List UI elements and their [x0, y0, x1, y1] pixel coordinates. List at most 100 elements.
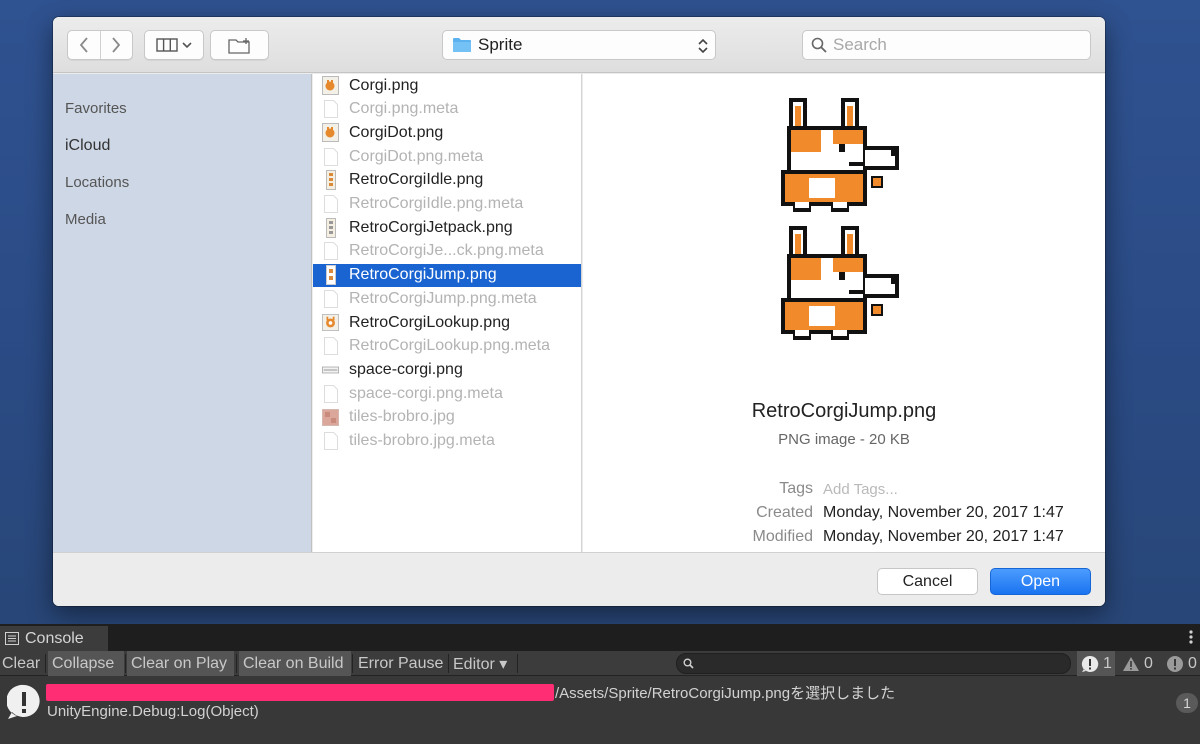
file-list: Corgi.png Corgi.png.meta CorgiDot.png Co… — [313, 74, 582, 552]
toolbar-divider — [517, 654, 518, 673]
file-row: CorgiDot.png.meta — [313, 145, 581, 168]
document-icon — [322, 241, 339, 261]
back-button[interactable] — [68, 31, 100, 59]
png-wide-icon — [322, 360, 339, 380]
new-folder-button[interactable] — [210, 30, 269, 60]
file-name: RetroCorgiIdle.png — [349, 171, 484, 189]
view-mode-button[interactable] — [144, 30, 204, 60]
chevron-right-icon — [112, 37, 121, 53]
info-log-icon — [7, 684, 40, 719]
info-count-toggle[interactable]: 1 — [1077, 651, 1115, 676]
png-strip-icon — [322, 265, 339, 286]
error-count: 0 — [1188, 654, 1197, 672]
document-icon — [322, 194, 339, 214]
file-name: CorgiDot.png — [349, 123, 444, 141]
file-row-selected[interactable]: RetroCorgiJump.png — [313, 263, 581, 287]
created-value: Monday, November 20, 2017 1:47 — [823, 504, 1064, 521]
sidebar: Favorites iCloud Locations Media — [53, 74, 312, 552]
created-label: Created — [756, 504, 813, 521]
info-icon — [1081, 655, 1099, 672]
open-file-dialog: Sprite Search Favorites iCloud Locations… — [53, 17, 1105, 606]
clear-button[interactable]: Clear — [0, 651, 42, 676]
nav-button-group — [67, 30, 133, 60]
more-options-icon[interactable] — [1188, 629, 1194, 645]
file-name: CorgiDot.png.meta — [349, 147, 484, 165]
file-row: RetroCorgiLookup.png.meta — [313, 335, 581, 358]
corgi-sprite-preview — [781, 98, 899, 340]
file-name: RetroCorgiIdle.png.meta — [349, 195, 524, 212]
up-down-arrows-icon — [698, 38, 708, 54]
redacted-path-block — [46, 684, 554, 701]
modified-value: Monday, November 20, 2017 1:47 — [823, 528, 1064, 545]
file-row[interactable]: Corgi.png — [313, 74, 581, 97]
file-row: tiles-brobro.jpg.meta — [313, 430, 581, 453]
error-pause-toggle[interactable]: Error Pause — [356, 651, 445, 676]
warning-icon — [1123, 656, 1139, 671]
forward-button[interactable] — [99, 31, 132, 59]
file-row[interactable]: RetroCorgiJetpack.png — [313, 216, 581, 239]
log-entry[interactable]: /Assets/Sprite/RetroCorgiJump.pngを選択しました… — [0, 677, 1200, 744]
file-name: space-corgi.png.meta — [349, 384, 503, 402]
tags-label: Tags — [779, 480, 813, 497]
tab-console[interactable]: Console — [0, 626, 108, 651]
error-count-toggle[interactable]: 0 — [1162, 651, 1200, 676]
search-icon — [811, 37, 827, 53]
warning-count-toggle[interactable]: 0 — [1118, 651, 1160, 676]
toolbar-divider — [125, 654, 126, 673]
info-count: 1 — [1103, 654, 1112, 672]
file-row: RetroCorgiIdle.png.meta — [313, 193, 581, 216]
jpg-thumbnail-icon — [322, 407, 339, 427]
file-row[interactable]: space-corgi.png — [313, 358, 581, 381]
sidebar-item-icloud[interactable]: iCloud — [65, 137, 110, 155]
search-placeholder: Search — [833, 35, 887, 54]
document-icon — [322, 336, 339, 356]
tab-console-label: Console — [25, 629, 84, 647]
open-button[interactable]: Open — [990, 568, 1091, 595]
file-name: RetroCorgiJump.png — [349, 266, 497, 284]
toolbar-divider — [45, 654, 46, 673]
unity-console: Console Clear Collapse Clear on Play Cle… — [0, 624, 1200, 744]
tags-input[interactable]: Add Tags... — [823, 481, 898, 498]
log-message: /Assets/Sprite/RetroCorgiJump.pngを選択しました — [555, 685, 896, 702]
toolbar-divider — [448, 654, 449, 673]
file-row: Corgi.png.meta — [313, 98, 581, 121]
search-icon — [683, 658, 694, 669]
file-row[interactable]: RetroCorgiIdle.png — [313, 169, 581, 192]
error-icon — [1167, 655, 1183, 672]
chevron-down-icon — [182, 42, 192, 49]
toolbar-divider — [236, 654, 237, 673]
preview-pane: RetroCorgiJump.png PNG image - 20 KB Tag… — [583, 74, 1105, 552]
editor-dropdown[interactable]: Editor ▾ — [451, 651, 509, 676]
sidebar-item-locations[interactable]: Locations — [65, 174, 129, 191]
file-name: space-corgi.png — [349, 360, 463, 378]
file-name: RetroCorgiLookup.png.meta — [349, 337, 551, 355]
clear-on-build-toggle[interactable]: Clear on Build — [239, 651, 351, 676]
clear-on-play-toggle[interactable]: Clear on Play — [127, 651, 234, 676]
sidebar-item-media[interactable]: Media — [65, 211, 106, 228]
document-icon — [322, 384, 339, 404]
console-tab-bar: Console — [0, 624, 1200, 651]
warning-count: 0 — [1144, 654, 1153, 672]
file-name: RetroCorgiJump.png.meta — [349, 289, 537, 307]
console-toolbar: Clear Collapse Clear on Play Clear on Bu… — [0, 651, 1200, 676]
file-name: RetroCorgiLookup.png — [349, 313, 510, 331]
folder-icon — [453, 38, 471, 52]
file-row: RetroCorgiJe...ck.png.meta — [313, 240, 581, 263]
file-name: Corgi.png.meta — [349, 100, 459, 118]
folder-path-popup[interactable]: Sprite — [442, 30, 716, 60]
preview-file-name: RetroCorgiJump.png — [751, 400, 937, 422]
search-field[interactable]: Search — [802, 30, 1091, 60]
chevron-left-icon — [79, 37, 88, 53]
file-name: tiles-brobro.jpg.meta — [349, 432, 495, 449]
sidebar-item-favorites[interactable]: Favorites — [65, 100, 127, 117]
png-thumbnail-icon — [322, 123, 339, 143]
log-stack-trace: UnityEngine.Debug:Log(Object) — [47, 703, 259, 720]
file-row: tiles-brobro.jpg — [313, 406, 581, 429]
toolbar-divider — [352, 654, 353, 673]
file-row[interactable]: RetroCorgiLookup.png — [313, 311, 581, 334]
file-row[interactable]: CorgiDot.png — [313, 121, 581, 144]
cancel-button[interactable]: Cancel — [877, 568, 978, 595]
console-search-input[interactable] — [676, 653, 1071, 674]
document-icon — [322, 431, 339, 451]
collapse-toggle[interactable]: Collapse — [48, 651, 124, 676]
